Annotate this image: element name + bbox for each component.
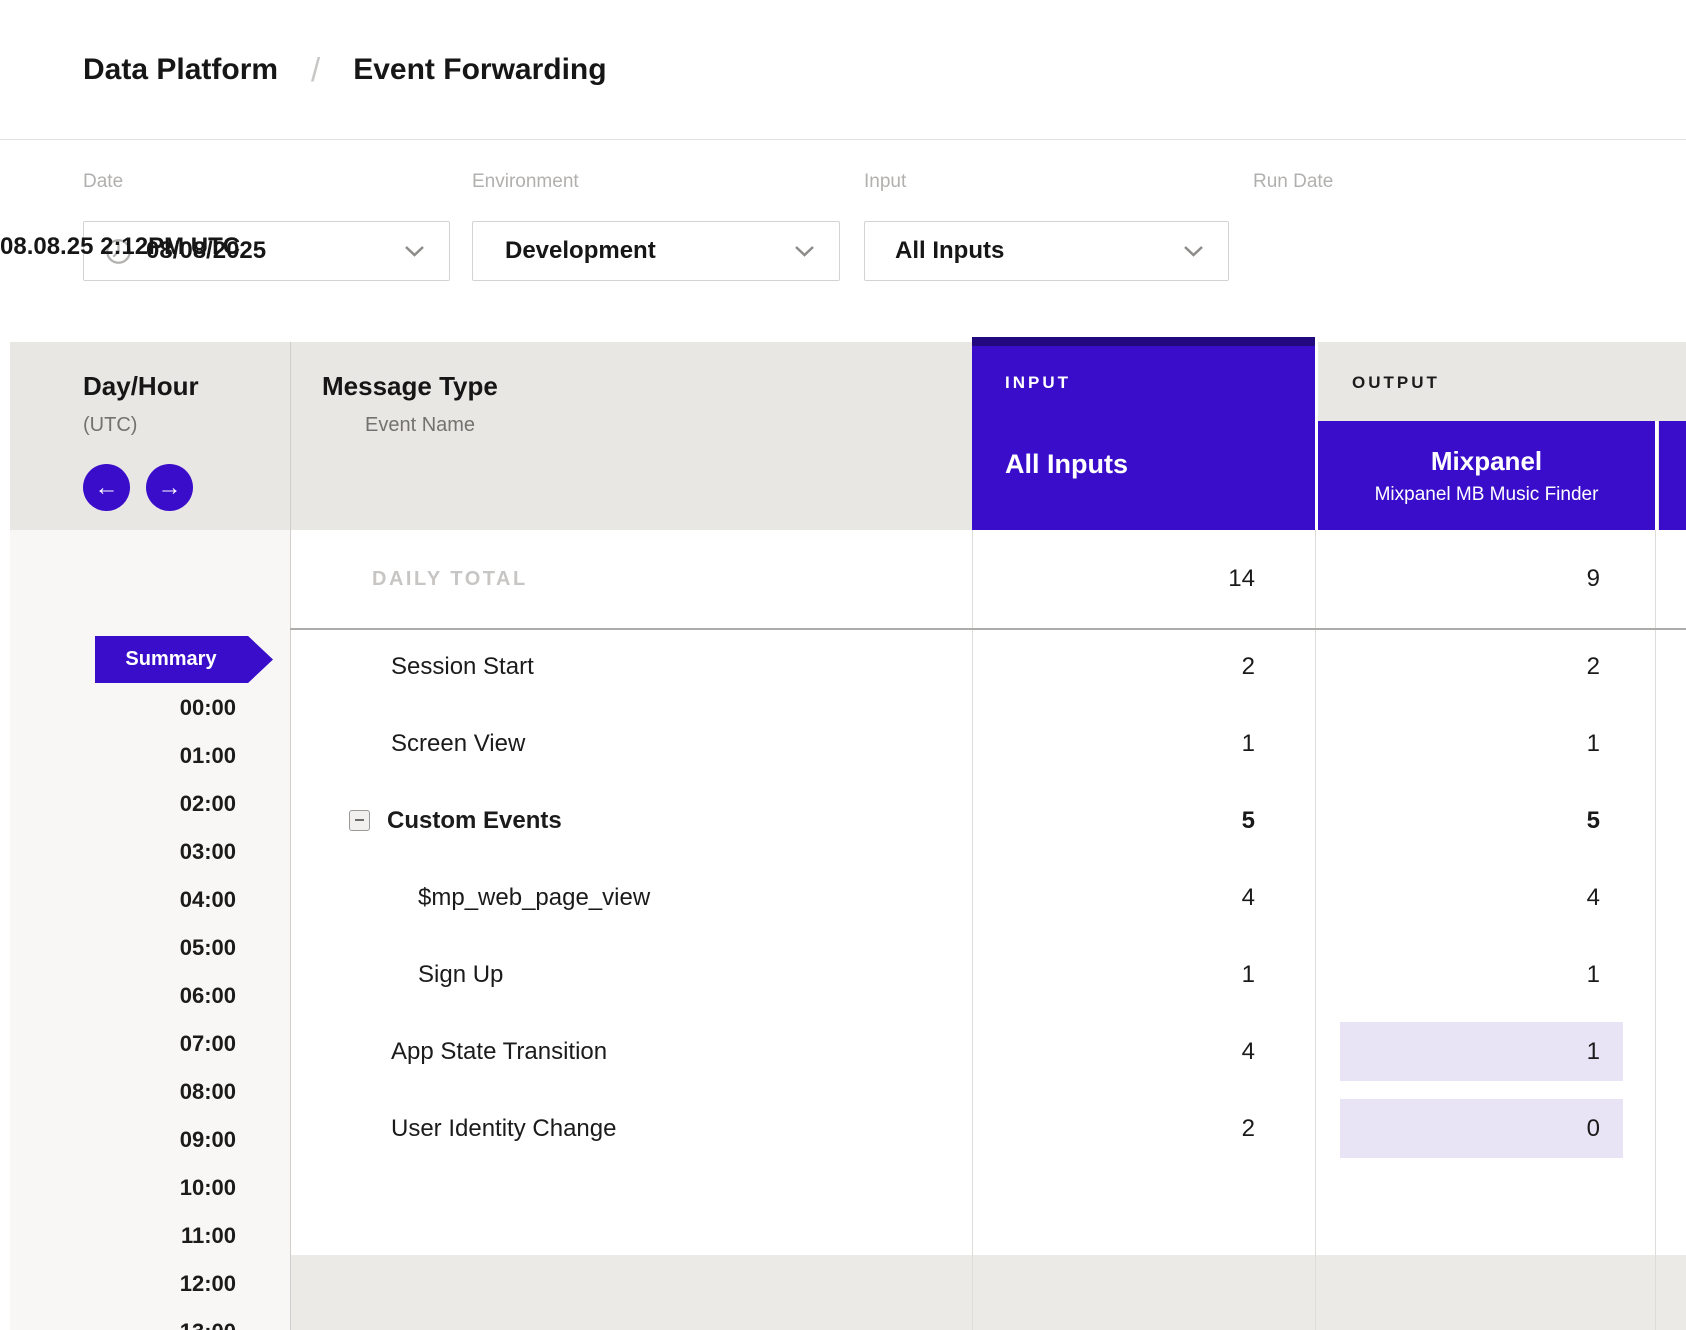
hour-item[interactable]: 09:00 bbox=[0, 1116, 236, 1164]
arrow-left-icon: ← bbox=[95, 474, 119, 502]
input-label: Input bbox=[864, 171, 906, 193]
environment-value: Development bbox=[505, 237, 656, 265]
chevron-down-icon bbox=[794, 245, 815, 257]
table-row-custom-events[interactable]: Custom Events 5 5 bbox=[290, 782, 1686, 859]
output-column-subtitle: Mixpanel MB Music Finder bbox=[1375, 484, 1599, 506]
chevron-down-icon bbox=[404, 245, 425, 257]
hour-item[interactable]: 02:00 bbox=[0, 780, 236, 828]
hour-item[interactable]: 07:00 bbox=[0, 1020, 236, 1068]
hour-item[interactable]: 10:00 bbox=[0, 1164, 236, 1212]
hour-item[interactable]: 13:00 bbox=[0, 1308, 236, 1330]
date-label: Date bbox=[83, 171, 123, 193]
input-value: All Inputs bbox=[895, 237, 1004, 265]
next-day-button[interactable]: → bbox=[146, 464, 193, 511]
event-label: Custom Events bbox=[387, 782, 562, 859]
output-section-label: OUTPUT bbox=[1352, 373, 1440, 393]
input-count: 1 bbox=[972, 705, 1255, 782]
breadcrumb-separator: / bbox=[311, 51, 320, 89]
input-count: 4 bbox=[972, 1013, 1255, 1090]
input-count: 4 bbox=[972, 859, 1255, 936]
input-dropdown[interactable]: All Inputs bbox=[864, 221, 1229, 281]
daily-total-output-value: 9 bbox=[1315, 530, 1600, 628]
output-count: 0 bbox=[1315, 1090, 1600, 1167]
table-row-sign-up[interactable]: Sign Up 1 1 bbox=[290, 936, 1686, 1013]
collapse-icon[interactable] bbox=[349, 810, 370, 831]
run-date-value: 08.08.25 2:12PM UTC bbox=[0, 233, 240, 261]
day-hour-subtitle: (UTC) bbox=[83, 414, 137, 437]
output-count: 2 bbox=[1315, 628, 1600, 705]
event-label: User Identity Change bbox=[391, 1090, 616, 1167]
message-type-subtitle: Event Name bbox=[365, 414, 475, 437]
output-count: 4 bbox=[1315, 859, 1600, 936]
hour-item[interactable]: 06:00 bbox=[0, 972, 236, 1020]
day-hour-title: Day/Hour bbox=[83, 371, 199, 402]
table-row-screen-view[interactable]: Screen View 1 1 bbox=[290, 705, 1686, 782]
hour-item[interactable]: 08:00 bbox=[0, 1068, 236, 1116]
event-label: Session Start bbox=[391, 628, 534, 705]
output-count: 1 bbox=[1315, 1013, 1600, 1090]
run-date-label: Run Date bbox=[1253, 171, 1333, 193]
hour-item[interactable]: 12:00 bbox=[0, 1260, 236, 1308]
input-count: 2 bbox=[972, 1090, 1255, 1167]
breadcrumb-data-platform[interactable]: Data Platform bbox=[83, 53, 278, 87]
output-column-header-next-partial[interactable] bbox=[1659, 421, 1686, 530]
breadcrumb-bar: Data Platform / Event Forwarding bbox=[0, 0, 1686, 140]
hour-item[interactable]: 05:00 bbox=[0, 924, 236, 972]
breadcrumb: Data Platform / Event Forwarding bbox=[83, 0, 607, 140]
input-column-name: All Inputs bbox=[1005, 449, 1128, 480]
input-column-header[interactable]: INPUT All Inputs bbox=[972, 337, 1318, 530]
event-forwarding-page: Data Platform / Event Forwarding Date En… bbox=[0, 0, 1686, 1330]
message-type-title: Message Type bbox=[322, 371, 498, 402]
hour-item[interactable]: 03:00 bbox=[0, 828, 236, 876]
prev-day-button[interactable]: ← bbox=[83, 464, 130, 511]
summary-badge[interactable]: Summary bbox=[95, 636, 273, 683]
input-column-accent-strip bbox=[972, 337, 1315, 346]
output-count: 1 bbox=[1315, 936, 1600, 1013]
input-count: 5 bbox=[972, 782, 1255, 859]
event-label: Screen View bbox=[391, 705, 525, 782]
hour-item[interactable]: 04:00 bbox=[0, 876, 236, 924]
table-row-session-start[interactable]: Session Start 2 2 bbox=[290, 628, 1686, 705]
daily-total-input-value: 14 bbox=[972, 530, 1255, 628]
event-label: Sign Up bbox=[418, 936, 503, 1013]
environment-label: Environment bbox=[472, 171, 579, 193]
output-count: 1 bbox=[1315, 705, 1600, 782]
output-column-header-mixpanel[interactable]: Mixpanel Mixpanel MB Music Finder bbox=[1318, 421, 1658, 530]
input-section-label: INPUT bbox=[1005, 373, 1071, 393]
input-count: 1 bbox=[972, 936, 1255, 1013]
hour-list: 00:00 01:00 02:00 03:00 04:00 05:00 06:0… bbox=[0, 684, 236, 1330]
filter-bar: Date Environment Input Run Date 08/08/20… bbox=[0, 140, 1686, 342]
table-footer-area bbox=[290, 1255, 1686, 1330]
table-row-mp-web-page-view[interactable]: $mp_web_page_view 4 4 bbox=[290, 859, 1686, 936]
arrow-right-icon: → bbox=[158, 474, 182, 502]
breadcrumb-event-forwarding: Event Forwarding bbox=[353, 53, 606, 87]
input-count: 2 bbox=[972, 628, 1255, 705]
table-row-user-identity-change[interactable]: User Identity Change 2 0 bbox=[290, 1090, 1686, 1167]
table-row-app-state-transition[interactable]: App State Transition 4 1 bbox=[290, 1013, 1686, 1090]
daily-total-label: DAILY TOTAL bbox=[372, 530, 528, 628]
hour-item[interactable]: 00:00 bbox=[0, 684, 236, 732]
output-count: 5 bbox=[1315, 782, 1600, 859]
hour-item[interactable]: 01:00 bbox=[0, 732, 236, 780]
environment-dropdown[interactable]: Development bbox=[472, 221, 840, 281]
hour-item[interactable]: 11:00 bbox=[0, 1212, 236, 1260]
chevron-down-icon bbox=[1183, 245, 1204, 257]
event-label: App State Transition bbox=[391, 1013, 607, 1090]
event-label: $mp_web_page_view bbox=[418, 859, 650, 936]
output-column-name: Mixpanel bbox=[1431, 446, 1542, 477]
